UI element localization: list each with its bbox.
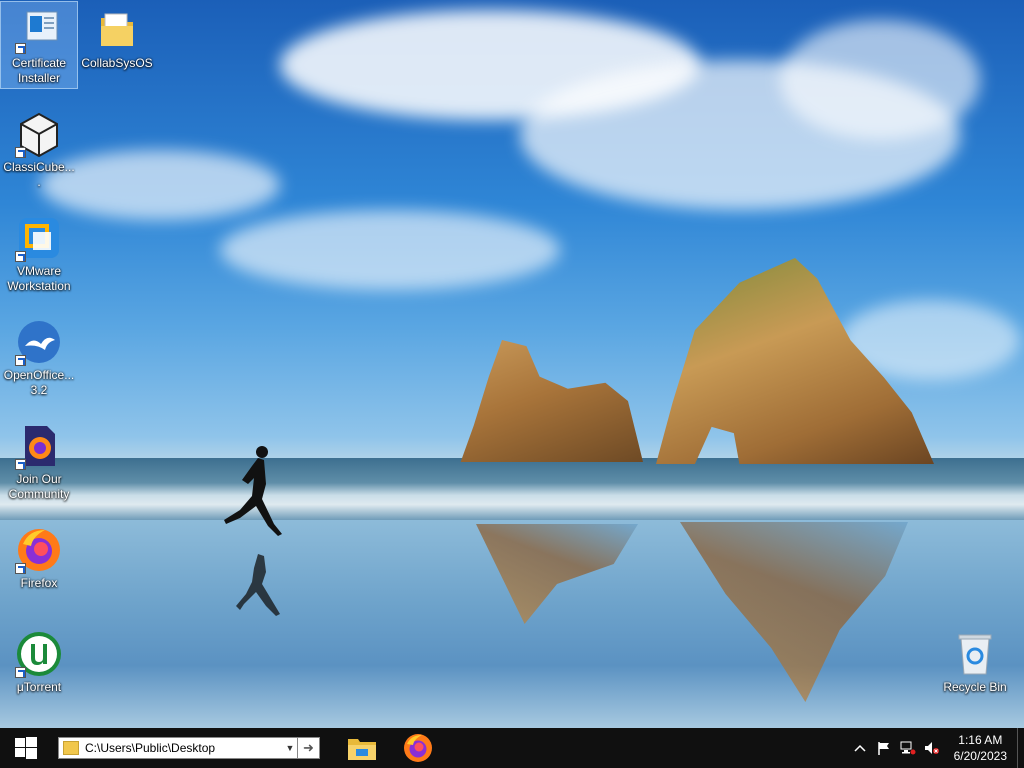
desktop-icon-classicube[interactable]: ClassiCube.... xyxy=(1,106,77,190)
file-explorer-icon xyxy=(348,739,376,760)
system-tray: 1:16 AM 6/20/2023 xyxy=(848,728,1024,768)
folder-icon xyxy=(63,741,79,755)
desktop-icon-label: μTorrent xyxy=(16,680,62,694)
openoffice-icon xyxy=(15,318,63,366)
taskbar-firefox[interactable] xyxy=(390,728,446,768)
recycle-bin-icon xyxy=(951,630,999,678)
runner-silhouette xyxy=(224,446,282,616)
desktop-icon-openoffice[interactable]: OpenOffice... 3.2 xyxy=(1,314,77,398)
flag-icon[interactable] xyxy=(872,728,896,768)
firefox-icon xyxy=(404,734,432,762)
chevron-up-icon[interactable] xyxy=(848,728,872,768)
volume-muted-icon[interactable] xyxy=(920,728,944,768)
address-input[interactable] xyxy=(85,741,283,755)
show-desktop-button[interactable] xyxy=(1017,728,1024,768)
shortcut-arrow-icon xyxy=(15,251,26,262)
desktop-icon-label: Join Our Community xyxy=(8,472,70,501)
classicube-icon xyxy=(15,110,63,158)
desktop-icon-label: Firefox xyxy=(20,576,58,590)
desktop-wallpaper[interactable]: Certificate Installer CollabSysOS Classi… xyxy=(0,0,1024,728)
shortcut-arrow-icon xyxy=(15,147,26,158)
desktop-icon-vmware[interactable]: VMware Workstation xyxy=(1,210,77,294)
arrow-right-icon: ➜ xyxy=(303,740,314,755)
desktop-icon-label: VMware Workstation xyxy=(7,264,71,293)
clock-time: 1:16 AM xyxy=(958,733,1003,747)
taskbar-file-explorer[interactable] xyxy=(334,728,390,768)
desktop-icon-label: OpenOffice... 3.2 xyxy=(3,368,75,397)
shortcut-arrow-icon xyxy=(15,667,26,678)
desktop-icon-join-our-community[interactable]: Join Our Community xyxy=(1,418,77,502)
desktop-icon-label: Certificate Installer xyxy=(11,56,67,85)
small-rock xyxy=(460,340,643,462)
shortcut-arrow-icon xyxy=(15,459,26,470)
shortcut-arrow-icon xyxy=(15,355,26,366)
desktop-icon-label: CollabSysOS xyxy=(81,56,153,70)
shortcut-arrow-icon xyxy=(15,43,26,54)
taskbar-clock[interactable]: 1:16 AM 6/20/2023 xyxy=(944,732,1017,764)
windows-start-icon xyxy=(15,737,37,759)
start-button[interactable] xyxy=(0,728,52,768)
clock-date: 6/20/2023 xyxy=(953,749,1007,763)
chevron-down-icon[interactable]: ▼ xyxy=(283,743,297,753)
desktop-icon-recycle-bin[interactable]: Recycle Bin xyxy=(937,626,1013,695)
desktop-icon-firefox[interactable]: Firefox xyxy=(1,522,77,591)
desktop-icon-label: ClassiCube.... xyxy=(3,160,75,189)
address-toolbar: ▼ xyxy=(58,737,298,759)
sea xyxy=(0,458,1024,520)
folder-icon xyxy=(93,6,141,54)
desktop-icon-collabsysos[interactable]: CollabSysOS xyxy=(79,2,155,71)
shortcut-arrow-icon xyxy=(15,563,26,574)
address-go-button[interactable]: ➜ xyxy=(298,737,320,759)
desktop-icon-label: Recycle Bin xyxy=(943,680,1007,694)
certificate-installer-icon xyxy=(15,6,63,54)
vmware-icon xyxy=(15,214,63,262)
cloud xyxy=(220,210,560,290)
cloud xyxy=(780,20,980,140)
desktop-icon-certificate-installer[interactable]: Certificate Installer xyxy=(0,1,78,89)
firefox-icon xyxy=(15,526,63,574)
firefox-file-icon xyxy=(15,422,63,470)
taskbar: ▼ ➜ 1:16 AM 6/20 xyxy=(0,728,1024,768)
utorrent-icon xyxy=(15,630,63,678)
network-icon[interactable] xyxy=(896,728,920,768)
desktop-icon-utorrent[interactable]: μTorrent xyxy=(1,626,77,695)
